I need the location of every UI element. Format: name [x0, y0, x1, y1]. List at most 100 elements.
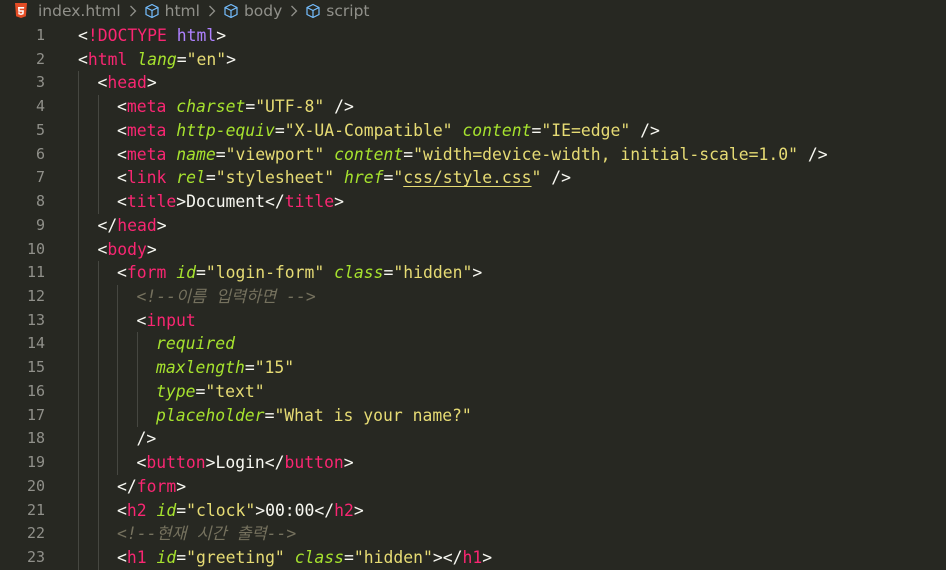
- code-text: required: [156, 332, 235, 356]
- attribute-name-token: id: [157, 548, 177, 567]
- string-value-token: "greeting": [186, 548, 285, 567]
- code-line[interactable]: 20</form>: [0, 475, 946, 499]
- line-number: 3: [0, 71, 45, 95]
- code-text: maxlength="15": [156, 356, 294, 380]
- code-line[interactable]: 5<meta http-equiv="X-UA-Compatible" cont…: [0, 119, 946, 143]
- code-line[interactable]: 8<title>Document</title>: [0, 190, 946, 214]
- code-line[interactable]: 14required: [0, 332, 946, 356]
- comment-token: <!--이름 입력하면 -->: [137, 287, 316, 306]
- punctuation-token: >: [226, 50, 236, 69]
- code-text: <meta name="viewport" content="width=dev…: [117, 143, 828, 167]
- code-line[interactable]: 17placeholder="What is your name?": [0, 404, 946, 428]
- punctuation-token: [324, 263, 334, 282]
- code-text: <!--이름 입력하면 -->: [137, 285, 316, 309]
- code-line[interactable]: 2<html lang="en">: [0, 48, 946, 72]
- code-text: <html lang="en">: [78, 48, 236, 72]
- code-text: <form id="login-form" class="hidden">: [117, 261, 482, 285]
- indent-guide: [98, 475, 99, 499]
- punctuation-token: =: [176, 501, 186, 520]
- punctuation-token: [167, 26, 177, 45]
- punctuation-token: =: [265, 406, 275, 425]
- punctuation-token: =: [344, 548, 354, 567]
- breadcrumb-item-script[interactable]: script: [305, 2, 369, 20]
- code-line[interactable]: 23<h1 id="greeting" class="hidden"></h1>: [0, 546, 946, 570]
- breadcrumb-item-label: body: [244, 2, 282, 20]
- tag-name-token: title: [285, 192, 334, 211]
- code-line[interactable]: 6<meta name="viewport" content="width=de…: [0, 143, 946, 167]
- punctuation-token: <: [137, 453, 147, 472]
- punctuation-token: <: [117, 548, 127, 567]
- code-line[interactable]: 7<link rel="stylesheet" href="css/style.…: [0, 166, 946, 190]
- indent-guide: [78, 285, 79, 309]
- indent-guide: [137, 380, 138, 404]
- string-value-token: "UTF-8": [255, 97, 324, 116]
- attribute-name-token: lang: [137, 50, 176, 69]
- indent-guide: [98, 380, 99, 404]
- breadcrumb-item-html[interactable]: html: [144, 2, 200, 20]
- code-text: />: [137, 427, 157, 451]
- code-line[interactable]: 10<body>: [0, 238, 946, 262]
- tag-name-token: h1: [127, 548, 147, 567]
- code-line[interactable]: 18/>: [0, 427, 946, 451]
- link-path-token[interactable]: css/style.css: [403, 168, 531, 187]
- breadcrumb-file[interactable]: index.html: [14, 2, 121, 20]
- tag-name-token: body: [107, 240, 146, 259]
- string-value-token: "en": [187, 50, 226, 69]
- punctuation-token: =: [403, 145, 413, 164]
- punctuation-token: =: [177, 50, 187, 69]
- string-value-token: "X-UA-Compatible": [285, 121, 453, 140]
- punctuation-token: <: [117, 121, 127, 140]
- punctuation-token: <: [117, 192, 127, 211]
- indent-guide: [98, 332, 99, 356]
- indent-guide: [98, 451, 99, 475]
- code-line[interactable]: 1<!DOCTYPE html>: [0, 24, 946, 48]
- indent-guide: [78, 119, 79, 143]
- punctuation-token: <: [78, 50, 88, 69]
- punctuation-token: [324, 145, 334, 164]
- line-number: 8: [0, 190, 45, 214]
- indent-guide: [117, 427, 118, 451]
- code-line[interactable]: 3<head>: [0, 71, 946, 95]
- indent-guide: [98, 546, 99, 570]
- punctuation-token: =: [216, 145, 226, 164]
- code-line[interactable]: 12<!--이름 입력하면 -->: [0, 285, 946, 309]
- punctuation-token: >: [147, 73, 157, 92]
- code-line[interactable]: 4<meta charset="UTF-8" />: [0, 95, 946, 119]
- code-editor[interactable]: 1<!DOCTYPE html>2<html lang="en">3<head>…: [0, 24, 946, 556]
- tag-name-token: h2: [127, 501, 147, 520]
- code-line[interactable]: 21<h2 id="clock">00:00</h2>: [0, 499, 946, 523]
- indent-guide: [78, 166, 79, 190]
- indent-guide: [78, 332, 79, 356]
- punctuation-token: [166, 168, 176, 187]
- indent-guide: [117, 332, 118, 356]
- code-line[interactable]: 19<button>Login</button>: [0, 451, 946, 475]
- punctuation-token: =: [275, 121, 285, 140]
- code-line[interactable]: 22<!--현재 시간 출력-->: [0, 522, 946, 546]
- indent-guide: [78, 522, 79, 546]
- tag-name-token: head: [107, 73, 146, 92]
- punctuation-token: >: [147, 240, 157, 259]
- breadcrumb-item-body[interactable]: body: [223, 2, 282, 20]
- code-text: type="text": [156, 380, 265, 404]
- line-number: 16: [0, 380, 45, 404]
- code-text: <!DOCTYPE html>: [78, 24, 226, 48]
- string-value-token: "width=device-width, initial-scale=1.0": [413, 145, 798, 164]
- punctuation-token: =: [245, 97, 255, 116]
- code-text: <meta http-equiv="X-UA-Compatible" conte…: [117, 119, 660, 143]
- comment-token: <!--현재 시간 출력-->: [117, 524, 296, 543]
- code-line[interactable]: 9</head>: [0, 214, 946, 238]
- indent-guide: [78, 404, 79, 428]
- indent-guide: [78, 451, 79, 475]
- code-line[interactable]: 13<input: [0, 309, 946, 333]
- code-line[interactable]: 16 type="text": [0, 380, 946, 404]
- code-line[interactable]: 11<form id="login-form" class="hidden">: [0, 261, 946, 285]
- punctuation-token: />: [798, 145, 828, 164]
- string-value-token: "15": [255, 358, 294, 377]
- indent-guide: [78, 499, 79, 523]
- indent-guide: [117, 356, 118, 380]
- indent-guide: [78, 143, 79, 167]
- code-line[interactable]: 15maxlength="15": [0, 356, 946, 380]
- code-text: <button>Login</button>: [137, 451, 354, 475]
- punctuation-token: <: [117, 263, 127, 282]
- punctuation-token: <: [137, 311, 147, 330]
